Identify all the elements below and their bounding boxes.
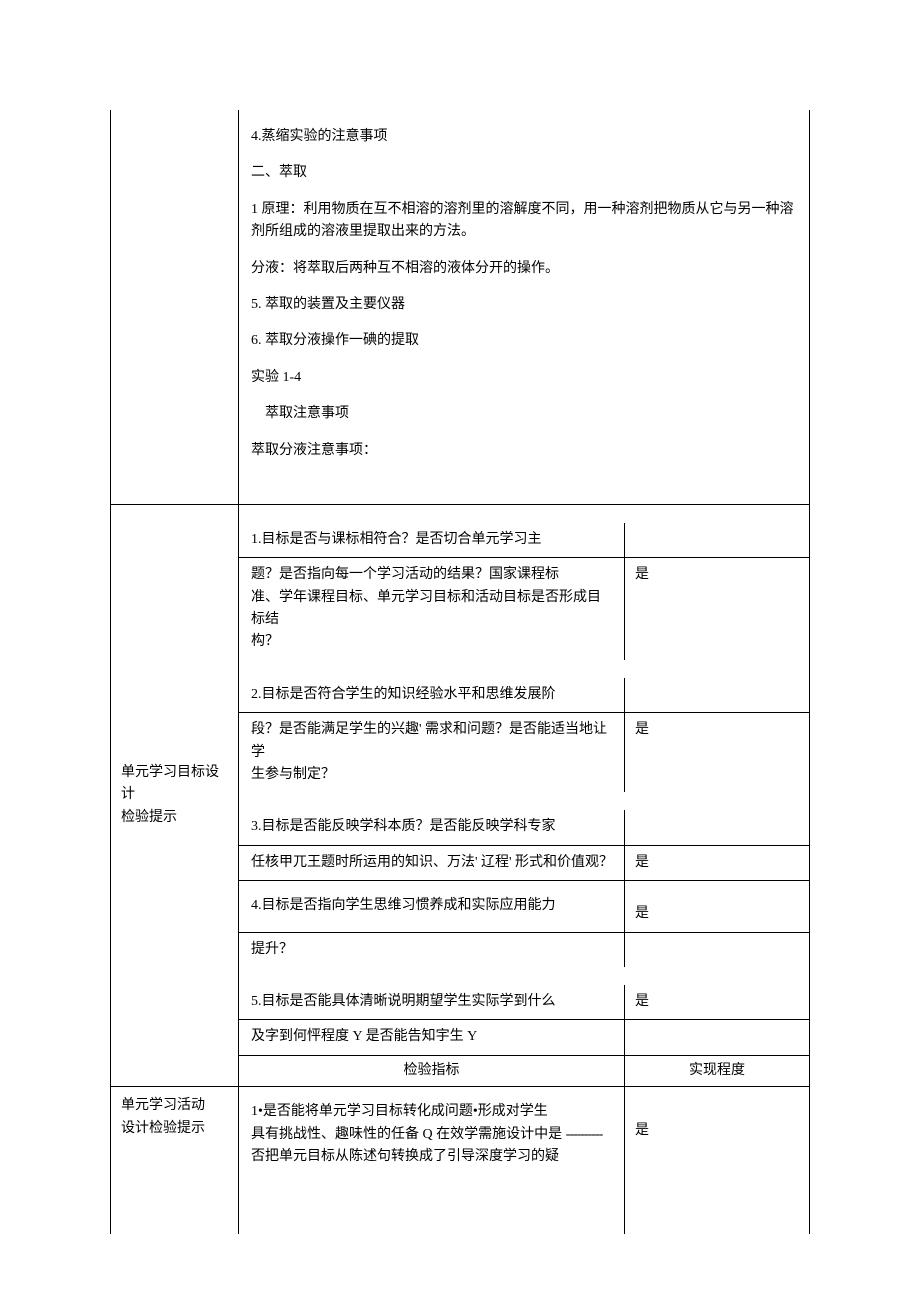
check-answer: 是 — [625, 985, 809, 1019]
check-item: 段？是否能满足学生的兴趣' 需求和问题？是否能适当地让学 生参与制定？ 是 — [239, 713, 809, 792]
check-item: 5.目标是否能具体清晰说明期望学生实际学到什么 是 — [239, 985, 809, 1020]
text: 具有挑战性、趣味性的任备 Q 在效学需施设计中是 — [251, 1127, 566, 1142]
text: 否把单元目标从陈述句转换成了引导深度学习的疑 — [251, 1146, 614, 1168]
check-answer-empty — [625, 933, 809, 967]
content-row-top: 4.蒸缩实验的注意事项 二、萃取 1 原理：利用物质在互不相溶的溶剂里的溶解度不… — [111, 110, 809, 505]
section-goals-label: 单元学习目标设计 检验提示 — [111, 505, 239, 1086]
check-item: 1.目标是否与课标相符合？是否切合单元学习主 — [239, 523, 809, 558]
check-question: 任核甲兀王题时所运用的知识、万法' 辽程' 形式和价值观？ — [239, 846, 625, 880]
check-item: 提升？ — [239, 933, 809, 967]
check-question: 1.目标是否与课标相符合？是否切合单元学习主 — [239, 523, 625, 557]
check-question: 2.目标是否符合学生的知识经验水平和思维发展阶 — [239, 678, 625, 712]
check-item: 1•是否能将单元学习目标转化成问题•形成对学生 具有挑战性、趣味性的任备 Q 在… — [239, 1087, 809, 1174]
document-table: 4.蒸缩实验的注意事项 二、萃取 1 原理：利用物质在互不相溶的溶剂里的溶解度不… — [110, 110, 810, 1234]
check-question: 及字到何怦程度 Y 是否能告知宇生 Y — [239, 1020, 625, 1054]
check-question: 提升？ — [239, 933, 625, 967]
check-item: 2.目标是否符合学生的知识经验水平和思维发展阶 — [239, 678, 809, 713]
check-answer-empty — [625, 678, 809, 712]
check-header-right: 实现程度 — [625, 1056, 809, 1086]
check-question: 3.目标是否能反映学科本质？是否能反映学科专家 — [239, 810, 625, 844]
check-answer: 是 — [625, 713, 809, 792]
check-item: 4.目标是否指向学生思维习惯养成和实际应用能力 是 — [239, 881, 809, 932]
check-answer: 是 — [625, 846, 809, 880]
check-question: 段？是否能满足学生的兴趣' 需求和问题？是否能适当地让学 生参与制定？ — [239, 713, 625, 792]
check-answer: 是 — [625, 1087, 809, 1174]
text: 准、学年课程目标、单元学习目标和活动目标是否形成目标结 — [251, 587, 614, 632]
check-question: 4.目标是否指向学生思维习惯养成和实际应用能力 — [239, 881, 625, 931]
text: 生参与制定？ — [251, 764, 614, 786]
check-answer-empty — [625, 1020, 809, 1054]
check-answer: 是 — [625, 558, 809, 660]
check-question: 题？是否指向每一个学习活动的结果？国家课程标 准、学年课程目标、单元学习目标和活… — [239, 558, 625, 660]
label-line: 单元学习目标设计 — [121, 762, 228, 807]
label-line: 单元学习活动 — [121, 1095, 205, 1117]
text: 5. 萃取的装置及主要仪器 — [251, 294, 797, 316]
row-label-empty — [111, 110, 239, 504]
check-item: 题？是否指向每一个学习活动的结果？国家课程标 准、学年课程目标、单元学习目标和活… — [239, 558, 809, 660]
text: 实验 1-4 — [251, 367, 797, 389]
text: 萃取分液注意事项： — [251, 440, 797, 462]
label-line: 检验提示 — [121, 807, 177, 829]
check-answer-empty — [625, 810, 809, 844]
check-item: 任核甲兀王题时所运用的知识、万法' 辽程' 形式和价值观？ 是 — [239, 846, 809, 881]
text: 分液：将萃取后两种互不相溶的液体分开的操作。 — [251, 258, 797, 280]
check-question: 5.目标是否能具体清晰说明期望学生实际学到什么 — [239, 985, 625, 1019]
check-item: 3.目标是否能反映学科本质？是否能反映学科专家 — [239, 810, 809, 845]
check-item: 及字到何怦程度 Y 是否能告知宇生 Y — [239, 1020, 809, 1054]
dashes: ---------- — [566, 1127, 603, 1142]
text: 萃取注意事项 — [251, 403, 797, 425]
text: 二、萃取 — [251, 162, 797, 184]
check-answer-empty — [625, 523, 809, 557]
label-line: 设计检验提示 — [121, 1118, 205, 1140]
check-question: 1•是否能将单元学习目标转化成问题•形成对学生 具有挑战性、趣味性的任备 Q 在… — [239, 1087, 625, 1174]
section-activities-content: 1•是否能将单元学习目标转化成问题•形成对学生 具有挑战性、趣味性的任备 Q 在… — [239, 1087, 809, 1234]
spacer — [239, 1174, 809, 1234]
text: 段？是否能满足学生的兴趣' 需求和问题？是否能适当地让学 — [251, 719, 614, 764]
text: 题？是否指向每一个学习活动的结果？国家课程标 — [251, 564, 614, 586]
section-activities: 单元学习活动 设计检验提示 1•是否能将单元学习目标转化成问题•形成对学生 具有… — [111, 1087, 809, 1234]
row-content-top: 4.蒸缩实验的注意事项 二、萃取 1 原理：利用物质在互不相溶的溶剂里的溶解度不… — [239, 110, 809, 504]
text: 1 原理：利用物质在互不相溶的溶剂里的溶解度不同，用一种溶剂把物质从它与另一种溶… — [251, 199, 797, 244]
section-activities-label: 单元学习活动 设计检验提示 — [111, 1087, 239, 1234]
check-answer: 是 — [625, 881, 809, 931]
section-goals: 单元学习目标设计 检验提示 1.目标是否与课标相符合？是否切合单元学习主 题？是… — [111, 505, 809, 1087]
text: 6. 萃取分液操作一碘的提取 — [251, 330, 797, 352]
check-header-left: 检验指标 — [239, 1056, 625, 1086]
section-goals-content: 1.目标是否与课标相符合？是否切合单元学习主 题？是否指向每一个学习活动的结果？… — [239, 505, 809, 1086]
text: 4.蒸缩实验的注意事项 — [251, 126, 797, 148]
text: 1•是否能将单元学习目标转化成问题•形成对学生 — [251, 1101, 614, 1123]
text: 构？ — [251, 631, 614, 653]
text: 具有挑战性、趣味性的任备 Q 在效学需施设计中是 ---------- — [251, 1124, 614, 1146]
check-header: 检验指标 实现程度 — [239, 1055, 809, 1086]
